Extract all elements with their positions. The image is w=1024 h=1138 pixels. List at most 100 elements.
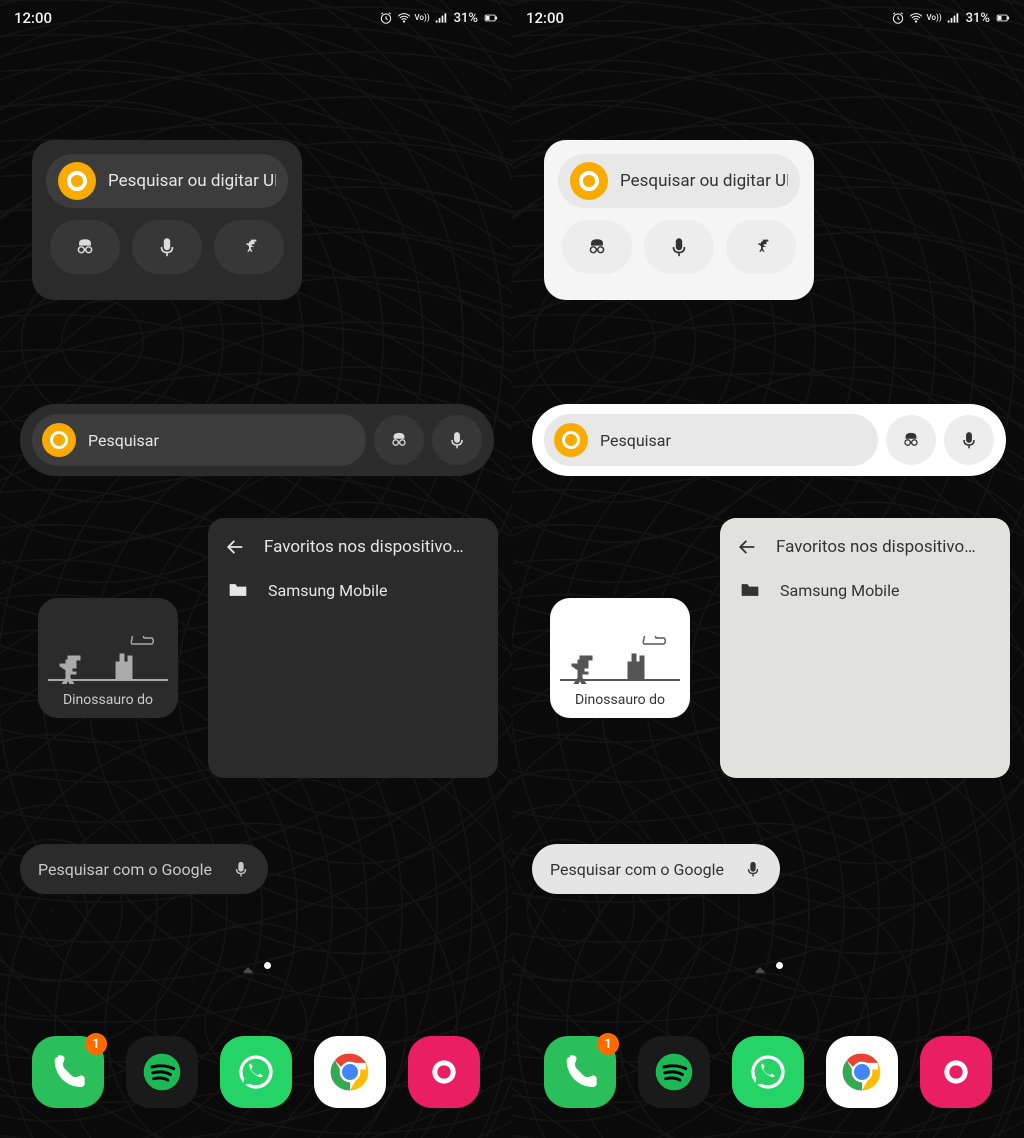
spotify-icon: [142, 1052, 182, 1092]
chrome-app[interactable]: [314, 1036, 386, 1108]
chrome-icon: [330, 1052, 370, 1092]
dino-widget-label: Dinossauro do: [575, 692, 665, 708]
voice-search-button[interactable]: [944, 415, 994, 465]
search-placeholder: Pesquisar ou digitar URL: [620, 171, 788, 191]
bookmarks-title: Favoritos nos dispositivo…: [776, 537, 976, 557]
phone-icon: [48, 1052, 88, 1092]
search-input-pill[interactable]: Pesquisar: [32, 414, 366, 466]
signal-icon: [946, 11, 960, 25]
chrome-search-widget[interactable]: Pesquisar ou digitar URL: [544, 140, 814, 300]
camera-app[interactable]: [920, 1036, 992, 1108]
chrome-dino-widget[interactable]: Dinossauro do: [38, 598, 178, 718]
chrome-dino-widget[interactable]: Dinossauro do: [550, 598, 690, 718]
chrome-badge-icon: [42, 423, 76, 457]
battery-percent: 31%: [966, 11, 990, 26]
wifi-icon: [909, 11, 923, 25]
voice-search-button[interactable]: [132, 220, 202, 274]
homescreen-light: 12:00 Vo)) 31% Pesquisar ou digitar URL …: [512, 0, 1024, 1138]
dino-game-button[interactable]: [214, 220, 284, 274]
page-dot-active: [264, 962, 271, 969]
mic-icon[interactable]: [232, 860, 250, 878]
voice-search-button[interactable]: [432, 415, 482, 465]
mic-icon: [447, 430, 467, 450]
volte-label: Vo)): [927, 14, 942, 22]
search-pill[interactable]: Pesquisar ou digitar URL: [558, 154, 800, 208]
chrome-search-widget[interactable]: Pesquisar ou digitar URL: [32, 140, 302, 300]
incognito-icon: [586, 236, 608, 258]
whatsapp-icon: [236, 1052, 276, 1092]
volte-label: Vo)): [415, 14, 430, 22]
alarm-icon: [891, 11, 905, 25]
folder-icon: [226, 580, 250, 600]
dock: 1: [0, 1036, 512, 1108]
dino-scene-icon: [558, 624, 682, 684]
spotify-icon: [654, 1052, 694, 1092]
search-placeholder: Pesquisar ou digitar URL: [108, 171, 276, 191]
chrome-badge-icon: [554, 423, 588, 457]
back-arrow-icon[interactable]: [736, 536, 758, 558]
whatsapp-icon: [748, 1052, 788, 1092]
google-pill-placeholder: Pesquisar com o Google: [38, 860, 212, 879]
search-pill[interactable]: Pesquisar ou digitar URL: [46, 154, 288, 208]
google-search-pill-widget[interactable]: Pesquisar com o Google: [532, 844, 780, 894]
bookmark-folder-item[interactable]: Samsung Mobile: [224, 580, 482, 600]
phone-app[interactable]: 1: [544, 1036, 616, 1108]
chrome-app[interactable]: [826, 1036, 898, 1108]
mic-icon[interactable]: [744, 860, 762, 878]
chrome-badge-icon: [570, 162, 608, 200]
chrome-badge-icon: [58, 162, 96, 200]
spotify-app[interactable]: [126, 1036, 198, 1108]
whatsapp-app[interactable]: [220, 1036, 292, 1108]
page-dot-active: [776, 962, 783, 969]
search-bar-placeholder: Pesquisar: [88, 431, 159, 450]
page-indicator[interactable]: [0, 962, 512, 974]
dock: 1: [512, 1036, 1024, 1108]
bookmark-folder-item[interactable]: Samsung Mobile: [736, 580, 994, 600]
signal-icon: [434, 11, 448, 25]
incognito-button[interactable]: [886, 415, 936, 465]
dino-scene-icon: [46, 624, 170, 684]
chrome-bookmarks-widget[interactable]: Favoritos nos dispositivo… Samsung Mobil…: [720, 518, 1010, 778]
status-time: 12:00: [526, 9, 564, 27]
mic-icon: [668, 236, 690, 258]
home-page-icon: [754, 962, 766, 974]
dino-game-button[interactable]: [726, 220, 796, 274]
battery-percent: 31%: [454, 11, 478, 26]
battery-icon: [996, 11, 1010, 25]
phone-app[interactable]: 1: [32, 1036, 104, 1108]
wifi-icon: [397, 11, 411, 25]
status-bar: 12:00 Vo)) 31%: [512, 0, 1024, 36]
home-page-icon: [242, 962, 254, 974]
incognito-button[interactable]: [562, 220, 632, 274]
back-arrow-icon[interactable]: [224, 536, 246, 558]
spotify-app[interactable]: [638, 1036, 710, 1108]
chrome-search-bar-widget[interactable]: Pesquisar: [532, 404, 1006, 476]
dino-icon: [750, 236, 772, 258]
whatsapp-app[interactable]: [732, 1036, 804, 1108]
chrome-search-bar-widget[interactable]: Pesquisar: [20, 404, 494, 476]
incognito-button[interactable]: [374, 415, 424, 465]
incognito-icon: [901, 430, 921, 450]
voice-search-button[interactable]: [644, 220, 714, 274]
dino-widget-label: Dinossauro do: [63, 692, 153, 708]
bookmarks-title: Favoritos nos dispositivo…: [264, 537, 464, 557]
google-search-pill-widget[interactable]: Pesquisar com o Google: [20, 844, 268, 894]
status-bar: 12:00 Vo)) 31%: [0, 0, 512, 36]
bookmark-folder-label: Samsung Mobile: [268, 581, 387, 600]
folder-icon: [738, 580, 762, 600]
notification-badge: 1: [597, 1033, 619, 1055]
incognito-icon: [389, 430, 409, 450]
camera-app[interactable]: [408, 1036, 480, 1108]
page-indicator[interactable]: [512, 962, 1024, 974]
mic-icon: [959, 430, 979, 450]
dino-icon: [238, 236, 260, 258]
chrome-bookmarks-widget[interactable]: Favoritos nos dispositivo… Samsung Mobil…: [208, 518, 498, 778]
incognito-button[interactable]: [50, 220, 120, 274]
alarm-icon: [379, 11, 393, 25]
chrome-icon: [842, 1052, 882, 1092]
status-time: 12:00: [14, 9, 52, 27]
notification-badge: 1: [85, 1033, 107, 1055]
mic-icon: [156, 236, 178, 258]
search-input-pill[interactable]: Pesquisar: [544, 414, 878, 466]
camera-icon: [424, 1052, 464, 1092]
